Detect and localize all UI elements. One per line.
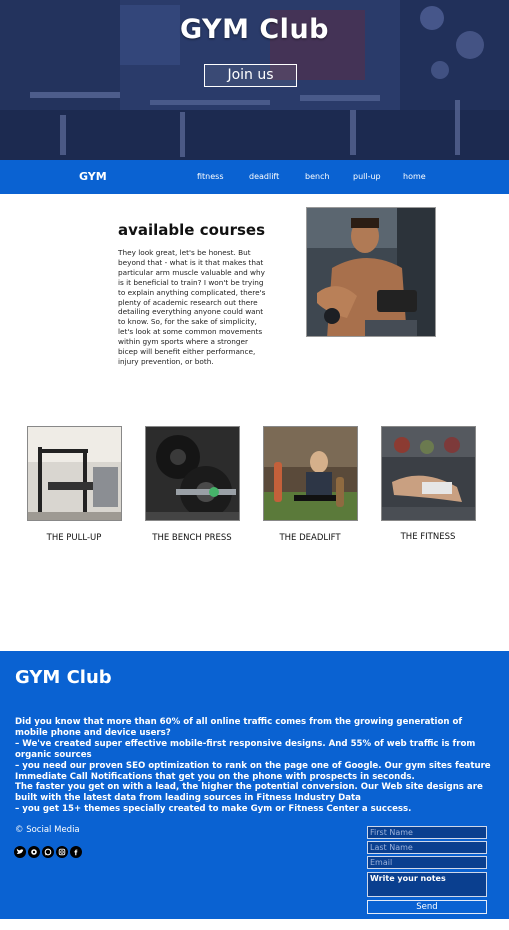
last-name-field[interactable] [367,841,487,854]
nav-link-fitness[interactable]: fitness [197,172,224,181]
whatsapp-icon[interactable] [42,846,54,858]
footer-title: GYM Club [15,667,112,688]
card-label-fitness: THE FITNESS [400,532,456,542]
footer-paragraph: Did you know that more than 60% of all o… [15,717,463,738]
email-field[interactable] [367,856,487,869]
fitness-photo [381,426,476,521]
copyright-text: © Social Media [15,825,80,835]
footer-paragraph: – We've created super effective mobile-f… [15,738,476,760]
courses-title: available courses [118,221,266,239]
nav-link-deadlift[interactable]: deadlift [249,172,279,181]
nav-link-home[interactable]: home [403,172,426,181]
card-label-pull-up: THE PULL-UP [46,533,102,543]
pull-up-photo [27,426,122,521]
notes-field[interactable] [367,872,487,897]
footer-paragraph: The faster you get on with a lead, the h… [15,782,483,804]
footer-paragraph: – you get 15+ themes specially created t… [15,804,412,815]
main-nav: GYM fitness deadlift bench pull-up home [0,160,509,194]
twitter-icon[interactable] [14,846,26,858]
nav-link-pull-up[interactable]: pull-up [353,172,381,181]
first-name-field[interactable] [367,826,487,839]
hero-title: GYM Club [179,14,329,45]
bench-press-photo [145,426,240,521]
footer-text: Did you know that more than 60% of all o… [15,717,493,815]
footer-paragraph: – you need our proven SEO optimization t… [15,760,491,782]
card-label-deadlift: THE DEADLIFT [279,533,341,543]
hero-banner: GYM Club Join us [0,0,509,160]
nav-link-bench[interactable]: bench [305,172,330,181]
social-icons [14,846,82,858]
deadlift-photo [263,426,358,521]
facebook-icon[interactable] [70,846,82,858]
send-button[interactable]: Send [367,900,487,914]
athlete-photo [306,207,436,337]
join-us-button[interactable]: Join us [204,64,297,87]
courses-description: They look great, let's be honest. But be… [118,248,266,366]
card-label-bench-press: THE BENCH PRESS [152,533,232,543]
instagram-icon[interactable] [56,846,68,858]
nav-brand[interactable]: GYM [79,170,107,183]
skype-icon[interactable] [28,846,40,858]
